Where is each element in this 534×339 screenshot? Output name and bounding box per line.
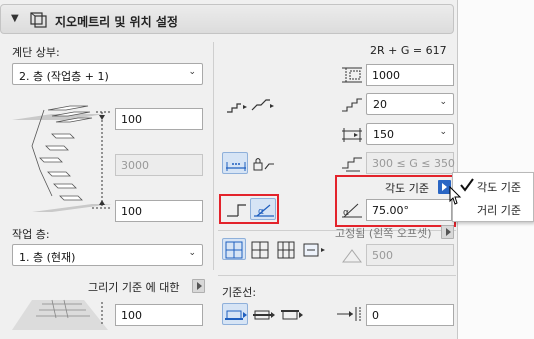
section-title: 지오메트리 및 위치 설정 bbox=[55, 15, 178, 29]
bottom-offset-value: 100 bbox=[121, 205, 142, 218]
anchor-label: 고정됨 (왼쪽 오프셋) bbox=[335, 227, 432, 240]
top-offset-value: 100 bbox=[121, 113, 142, 126]
flight-height-icon bbox=[340, 64, 364, 86]
riser-count-value: 20 bbox=[373, 98, 387, 111]
flight-height-field[interactable]: 1000 bbox=[366, 64, 454, 86]
anchor-options-button[interactable] bbox=[300, 238, 330, 260]
chevron-down-icon: ⌄ bbox=[188, 248, 196, 258]
flight-type-button[interactable] bbox=[222, 95, 248, 117]
chevron-down-icon: ⌄ bbox=[439, 97, 447, 107]
going-range-field: 300 ≤ G ≤ 350 bbox=[366, 152, 455, 174]
anchor-right-button[interactable] bbox=[248, 238, 272, 260]
anchor-offset-value: 500 bbox=[372, 249, 393, 262]
svg-text:α: α bbox=[343, 208, 349, 218]
tread-depth-value: 150 bbox=[373, 128, 394, 141]
home-story-label: 작업 층: bbox=[12, 228, 50, 241]
section-header[interactable]: ▼ 지오메트리 및 위치 설정 bbox=[0, 4, 454, 34]
angle-based-button[interactable]: α bbox=[250, 198, 276, 220]
angle-icon: α bbox=[340, 199, 364, 221]
popup-item-distance[interactable]: 거리 기준 bbox=[453, 198, 533, 220]
drawing-ref-label: 그리기 기준 에 대한 bbox=[88, 281, 180, 294]
riser-count-icon bbox=[340, 93, 364, 115]
anchor-left-button[interactable] bbox=[222, 238, 246, 260]
anchor-arrow-button bbox=[441, 225, 454, 239]
angle-value: 75.00° bbox=[372, 204, 409, 217]
anchor-offset-icon bbox=[340, 244, 364, 266]
collapse-triangle-icon[interactable]: ▼ bbox=[11, 13, 19, 24]
bottom-offset-field[interactable]: 100 bbox=[115, 200, 203, 222]
popup-item-angle-label: 각도 기준 bbox=[477, 181, 521, 194]
total-height-value: 3000 bbox=[121, 159, 149, 172]
baseline-label: 기준선: bbox=[222, 286, 257, 299]
mouse-cursor-icon bbox=[449, 186, 463, 206]
formula-text: 2R + G = 617 bbox=[370, 44, 447, 57]
angle-field[interactable]: 75.00° bbox=[366, 199, 452, 221]
home-story-value: 1. 층 (현재) bbox=[19, 251, 76, 264]
baseline-center-button[interactable] bbox=[250, 303, 276, 325]
popup-item-distance-label: 거리 기준 bbox=[477, 204, 521, 217]
baseline-offset-field[interactable]: 0 bbox=[366, 304, 454, 326]
flight-height-value: 1000 bbox=[372, 69, 400, 82]
baseline-offset-value: 0 bbox=[372, 309, 379, 322]
tread-depth-select[interactable]: 150 ⌄ bbox=[366, 123, 454, 145]
row-divider-2 bbox=[218, 275, 456, 276]
going-range-icon bbox=[340, 152, 364, 174]
distance-based-button[interactable] bbox=[223, 198, 249, 220]
drawing-ref-arrow-button[interactable] bbox=[192, 279, 205, 293]
total-height-field: 3000 bbox=[115, 154, 203, 176]
angle-ref-label: 각도 기준 bbox=[385, 182, 429, 195]
background-area bbox=[458, 0, 534, 339]
baseline-right-button[interactable] bbox=[278, 303, 304, 325]
drawing-ref-illustration bbox=[12, 296, 112, 332]
tread-depth-icon bbox=[340, 123, 364, 145]
baseline-offset-icon bbox=[335, 303, 363, 325]
drawing-ref-value: 100 bbox=[121, 309, 142, 322]
stair-structure-button[interactable] bbox=[248, 91, 274, 113]
angle-ref-popup-menu: 각도 기준 거리 기준 bbox=[452, 172, 534, 222]
going-range-value: 300 ≤ G ≤ 350 bbox=[372, 157, 455, 170]
width-constraint-button[interactable] bbox=[222, 152, 248, 174]
riser-count-select[interactable]: 20 ⌄ bbox=[366, 93, 454, 115]
stair-height-illustration bbox=[12, 100, 112, 220]
anchor-offset-field: 500 bbox=[366, 244, 454, 266]
baseline-left-button[interactable] bbox=[222, 303, 248, 325]
lock-constraint-button[interactable] bbox=[250, 152, 276, 174]
home-story-select[interactable]: 1. 층 (현재) ⌄ bbox=[12, 244, 203, 266]
stair-top-value: 2. 층 (작업층 + 1) bbox=[19, 70, 109, 83]
svg-text:α: α bbox=[258, 207, 264, 217]
anchor-center-button[interactable] bbox=[274, 238, 298, 260]
column-divider bbox=[213, 42, 214, 270]
geometry-icon bbox=[29, 11, 49, 29]
stair-top-select[interactable]: 2. 층 (작업층 + 1) ⌄ bbox=[12, 63, 203, 85]
stair-top-label: 계단 상부: bbox=[12, 46, 60, 59]
drawing-ref-field[interactable]: 100 bbox=[115, 304, 203, 326]
chevron-down-icon: ⌄ bbox=[439, 127, 447, 137]
top-offset-field[interactable]: 100 bbox=[115, 108, 203, 130]
chevron-down-icon: ⌄ bbox=[188, 67, 196, 77]
popup-item-angle[interactable]: 각도 기준 bbox=[453, 175, 533, 197]
